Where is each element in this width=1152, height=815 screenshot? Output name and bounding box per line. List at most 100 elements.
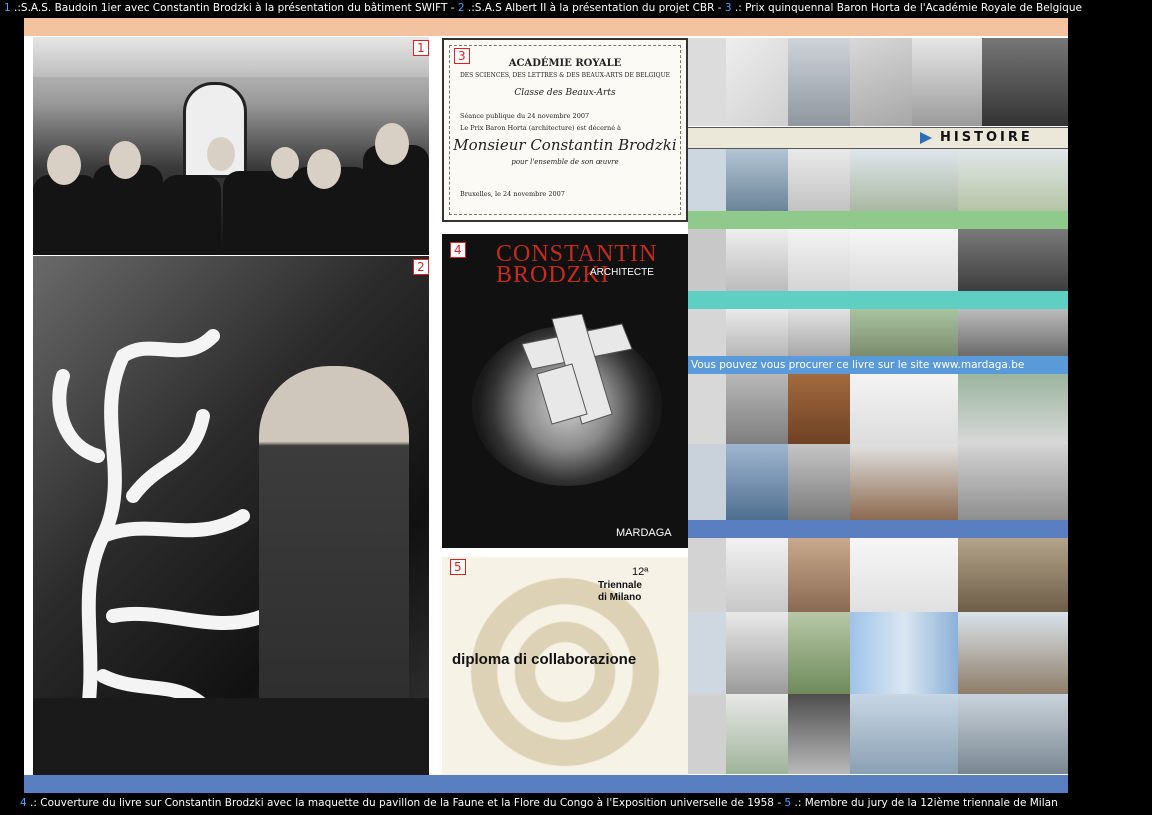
face (47, 145, 81, 185)
photo-number-badge: 2 (413, 259, 429, 275)
horta-prize-certificate: ACADÉMIE ROYALE DES SCIENCES, DES LETTRE… (442, 38, 688, 222)
thumbnail[interactable] (850, 38, 912, 126)
bottom-caption: 4 .: Couverture du livre sur Constantin … (20, 797, 1152, 809)
top-caption: 1 .:S.A.S. Baudoin 1ier avec Constantin … (4, 2, 1152, 14)
thumbnail[interactable] (850, 149, 958, 211)
thumbnail[interactable] (788, 309, 850, 356)
cert-class: Classe des Beaux-Arts (514, 88, 616, 98)
cert-session: Séance publique du 24 novembre 2007 (460, 112, 590, 120)
thumbnail[interactable] (958, 694, 1068, 774)
face (207, 137, 235, 171)
thumbnail[interactable] (982, 38, 1068, 126)
thumbnail[interactable] (788, 149, 850, 211)
thumbnail[interactable] (850, 538, 958, 612)
thumbnail[interactable] (958, 149, 1068, 211)
caption-text-4: .: Couverture du livre sur Constantin Br… (30, 797, 785, 809)
face (109, 141, 141, 179)
thumbnail[interactable] (788, 612, 850, 694)
thumbnail[interactable] (726, 309, 788, 356)
play-arrow-icon (920, 132, 932, 144)
book-subtitle: ARCHITECTE (590, 267, 654, 278)
thumbnail[interactable] (726, 538, 788, 612)
diploma-title: diploma di collaborazione (452, 651, 637, 668)
thumbnail[interactable] (726, 38, 788, 126)
thumbnail[interactable] (688, 38, 726, 126)
thumbnail[interactable] (850, 374, 958, 444)
thumbnail[interactable] (688, 694, 726, 774)
thumbnail[interactable] (850, 444, 958, 520)
caption-text-3: .: Prix quinquennal Baron Horta de l'Aca… (734, 2, 1082, 14)
histoire-label: HISTOIRE (940, 130, 1033, 145)
thumbnail[interactable] (688, 538, 726, 612)
photo-number-badge: 4 (450, 242, 466, 258)
thumbnail[interactable] (688, 374, 726, 444)
person (223, 171, 293, 255)
thumbnail[interactable] (850, 694, 958, 774)
face (375, 123, 409, 165)
thumbnail[interactable] (788, 229, 850, 291)
thumbnail[interactable] (958, 309, 1068, 356)
thumbnail[interactable] (726, 149, 788, 211)
thumbnail[interactable] (788, 538, 850, 612)
caption-text-2: .:S.A.S Albert II à la présentation du p… (467, 2, 725, 14)
diploma-edition: 12ª (632, 566, 649, 578)
thumbnail[interactable] (726, 229, 788, 291)
thumbnail[interactable] (788, 38, 850, 126)
caption-number-3: 3 (724, 2, 732, 14)
caption-text-5: .: Membre du jury de la 12ième triennale… (794, 797, 1058, 809)
photo-baudoin-swift: 1 (33, 37, 429, 255)
cert-academy: ACADÉMIE ROYALE (508, 58, 622, 69)
thumbnail[interactable] (688, 309, 726, 356)
face (307, 149, 341, 189)
photo-number-badge: 1 (413, 40, 429, 56)
thumbnail[interactable] (958, 229, 1068, 291)
thumbnail[interactable] (912, 38, 982, 126)
thumbnail[interactable] (726, 374, 788, 444)
thumbnail[interactable] (850, 612, 958, 694)
cert-recipient: Monsieur Constantin Brodzki (453, 136, 677, 154)
thumbnail[interactable] (726, 444, 788, 520)
photo-number-badge: 5 (450, 559, 466, 575)
histoire-banner[interactable]: HISTOIRE (688, 127, 1068, 149)
thumbnail[interactable] (688, 444, 726, 520)
mardaga-link-banner[interactable]: Vous pouvez vous procurer ce livre sur l… (688, 356, 1068, 374)
thumbnail[interactable] (726, 612, 788, 694)
thumbnail[interactable] (688, 149, 726, 211)
cert-reason: pour l'ensemble de son œuvre (511, 158, 619, 166)
person (33, 175, 99, 255)
thumbnail[interactable] (958, 444, 1068, 520)
blue-band (688, 520, 1068, 538)
photo-albert-cbr: 2 (33, 256, 429, 788)
diploma-event: Triennale di Milano (598, 580, 642, 604)
thumbnail[interactable] (958, 538, 1068, 612)
photo-number-badge: 3 (454, 48, 470, 64)
ceiling (33, 37, 429, 77)
diploma-event-line1: Triennale (598, 580, 642, 591)
cert-awarded: Le Prix Baron Horta (architecture) est d… (460, 124, 622, 132)
person (161, 175, 221, 255)
white-sculpture (52, 329, 270, 743)
thumbnail[interactable] (958, 374, 1068, 444)
book-cover-brodzki: CONSTANTIN BRODZKI ARCHITECTE MARDAGA 4 (442, 234, 688, 548)
project-thumbnail-gallery: HISTOIRE Vous pouvez vous procurer ce li… (688, 38, 1068, 774)
thumbnail[interactable] (850, 309, 958, 356)
caption-number-2: 2 (457, 2, 465, 14)
diploma-event-line2: di Milano (598, 592, 642, 603)
top-color-stripe (24, 18, 1068, 36)
thumbnail[interactable] (726, 694, 788, 774)
thumbnail[interactable] (958, 612, 1068, 694)
model-structure (521, 314, 633, 425)
caption-number-4: 4 (20, 797, 27, 809)
thumbnail[interactable] (788, 694, 850, 774)
thumbnail[interactable] (850, 229, 958, 291)
collage-board: 1 2 ACADÉMIE ROYALE DES SCIENCES, DES LE… (24, 18, 1068, 793)
book-publisher: MARDAGA (616, 527, 672, 539)
thumbnail[interactable] (788, 444, 850, 520)
teal-band (688, 291, 1068, 309)
thumbnail[interactable] (788, 374, 850, 444)
cert-date: Bruxelles, le 24 novembre 2007 (460, 190, 565, 198)
thumbnail[interactable] (688, 612, 726, 694)
thumbnail[interactable] (688, 229, 726, 291)
cert-academy-sub: DES SCIENCES, DES LETTRES & DES BEAUX-AR… (459, 72, 671, 79)
triennale-diploma: 12ª Triennale di Milano diploma di colla… (442, 557, 688, 793)
